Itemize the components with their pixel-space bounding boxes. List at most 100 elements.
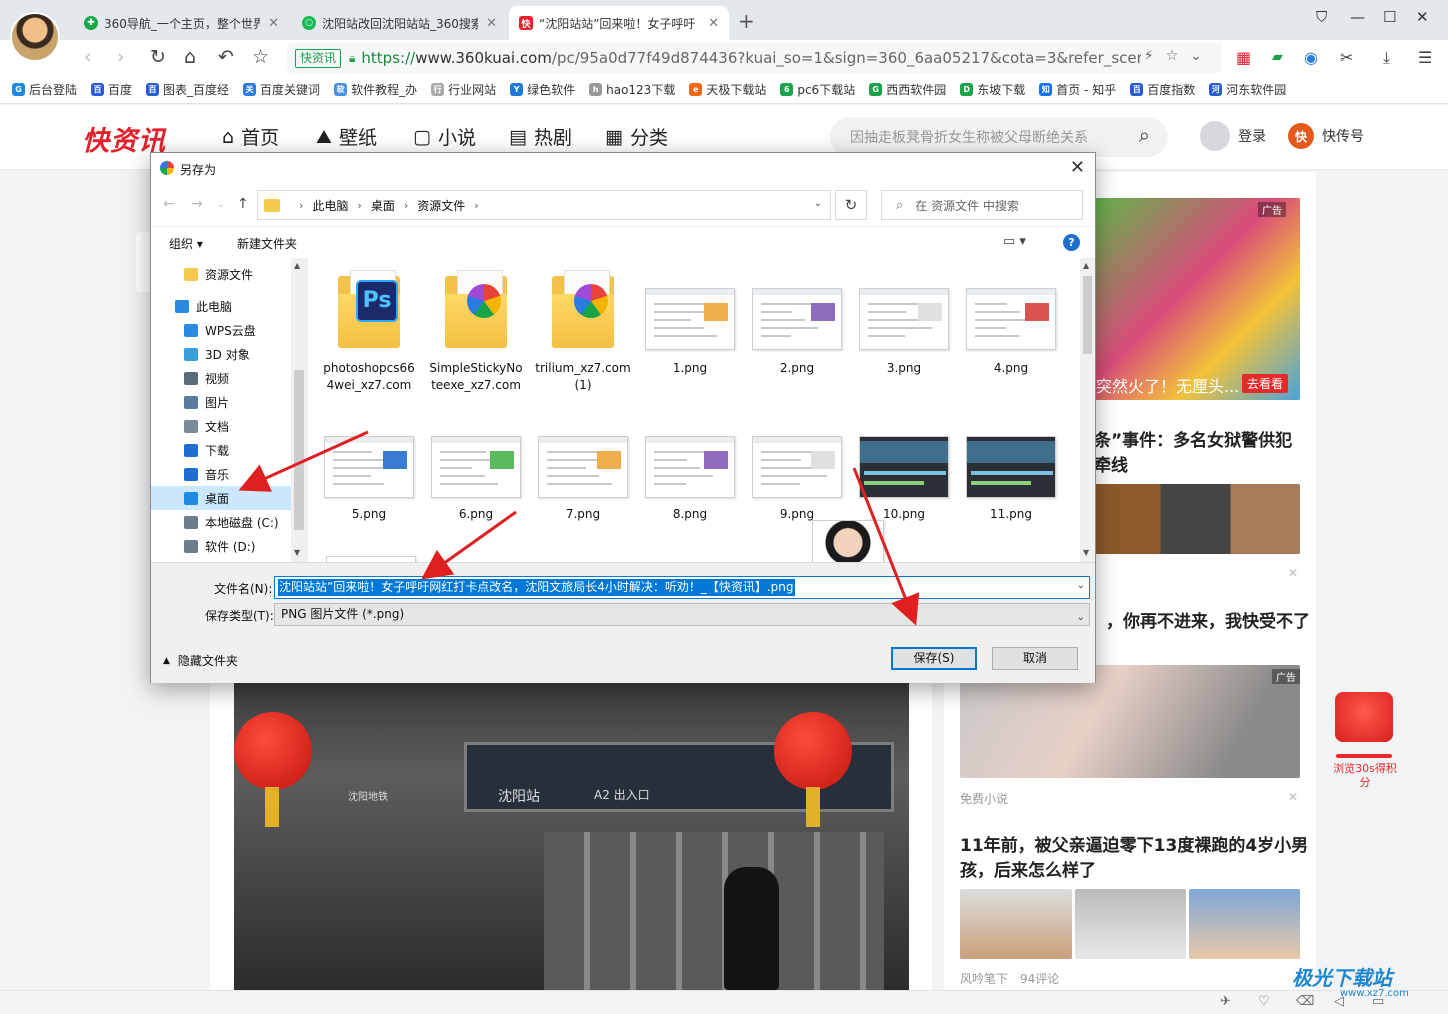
close-icon[interactable]: ✕	[1288, 566, 1298, 580]
menu-category[interactable]: ▦ 分类	[605, 123, 668, 150]
undo-close-icon[interactable]: ↶	[218, 46, 234, 68]
dialog-back-icon[interactable]: ←	[163, 196, 175, 212]
breadcrumb-item[interactable]: 桌面	[371, 197, 395, 214]
tree-item[interactable]: 图片	[151, 390, 291, 414]
scroll-down-icon[interactable]: ▼	[294, 548, 300, 557]
bookmark-item[interactable]: 关百度关键词	[243, 81, 320, 98]
home-icon[interactable]: ⌂	[184, 46, 196, 68]
bookmark-item[interactable]: 百图表_百度经	[146, 81, 229, 98]
scissors-icon[interactable]: ✂	[1340, 48, 1353, 67]
filename-input[interactable]: 沈阳站站”回来啦！女子呼吁网红打卡点改名，沈阳文旅局长4小时解决：听劝！_【快资…	[274, 576, 1090, 599]
file-item[interactable]: Ps photoshopcs66 4wei_xz7.com	[316, 268, 422, 408]
user-avatar[interactable]	[10, 12, 60, 62]
bookmark-item[interactable]: 行行业网站	[431, 81, 496, 98]
file-item[interactable]: 7.png	[530, 422, 636, 562]
bookmark-item[interactable]: 百百度	[91, 81, 132, 98]
favorite-star-icon[interactable]: ☆	[252, 46, 269, 68]
bookmark-item[interactable]: 知首页 - 知乎	[1039, 81, 1116, 98]
scroll-up-icon[interactable]: ▲	[294, 261, 300, 270]
tree-item[interactable]: 文档	[151, 414, 291, 438]
menu-home[interactable]: ⌂ 首页	[222, 123, 279, 150]
menu-icon[interactable]: ☰	[1418, 48, 1432, 67]
globe-icon[interactable]: ◉	[1304, 48, 1318, 67]
scrollbar-thumb[interactable]	[1083, 276, 1092, 354]
news-image[interactable]	[1189, 889, 1300, 959]
login-button[interactable]: 登录	[1200, 121, 1266, 151]
tree-item[interactable]: 视频	[151, 366, 291, 390]
news-title[interactable]: 牵线	[1094, 454, 1128, 479]
save-button[interactable]: 保存(S)	[891, 647, 977, 670]
tab-360-search[interactable]: ○ 沈阳站改回沈阳站站_360搜索 ✕	[292, 6, 507, 40]
bookmark-item[interactable]: G 后台登陆	[12, 81, 77, 98]
tree-item[interactable]: WPS云盘	[151, 318, 291, 342]
menu-drama[interactable]: ▤ 热剧	[509, 123, 572, 150]
bookmark-item[interactable]: 百百度指数	[1130, 81, 1195, 98]
reload-icon[interactable]: ↻	[150, 46, 166, 68]
forward-icon[interactable]: ›	[117, 46, 125, 68]
recent-dropdown-icon[interactable]: ⌄	[217, 200, 225, 210]
red-packet-icon[interactable]	[1335, 692, 1393, 742]
file-item[interactable]: trilium_xz7.com (1)	[530, 268, 636, 408]
bookmark-item[interactable]: e 天极下载站	[689, 81, 766, 98]
bookmark-item[interactable]: 6 pc6下载站	[780, 81, 855, 98]
news-title[interactable]: 条”事件：多名女狱警供犯	[1094, 429, 1292, 454]
shirt-skin-icon[interactable]: ⛉	[1316, 8, 1327, 26]
close-icon[interactable]: ✕	[1288, 790, 1298, 804]
menu-novel[interactable]: ▢ 小说	[413, 123, 476, 150]
tree-item[interactable]: 3D 对象	[151, 342, 291, 366]
dialog-up-icon[interactable]: ↑	[237, 196, 249, 212]
help-icon[interactable]: ?	[1063, 234, 1080, 251]
news-title[interactable]: 11年前，被父亲逼迫零下13度裸跑的4岁小男	[960, 834, 1308, 859]
maximize-icon[interactable]: ☐	[1383, 8, 1396, 26]
minimize-icon[interactable]: —	[1350, 8, 1365, 26]
chevron-down-icon[interactable]: ⌄	[814, 198, 822, 209]
chat-icon[interactable]: ▰	[1272, 49, 1283, 65]
file-item[interactable]: SimpleStickyNo teexe_xz7.com	[423, 268, 529, 408]
file-item[interactable]: 4.png	[958, 268, 1064, 408]
tree-item[interactable]: 音乐	[151, 462, 291, 486]
bookmark-item[interactable]: 河河东软件园	[1209, 81, 1286, 98]
dialog-forward-icon[interactable]: →	[191, 196, 203, 212]
file-item[interactable]: 6.png	[423, 422, 529, 562]
apps-grid-icon[interactable]: ▦	[1236, 48, 1251, 67]
file-item[interactable]: 1.png	[637, 268, 743, 408]
bookmark-item[interactable]: 软软件教程_办	[334, 81, 417, 98]
scroll-down-icon[interactable]: ▼	[1083, 548, 1089, 557]
filename-value[interactable]: 沈阳站站”回来啦！女子呼吁网红打卡点改名，沈阳文旅局长4小时解决：听劝！_【快资…	[278, 579, 795, 596]
scroll-up-icon[interactable]: ▲	[1083, 261, 1089, 270]
tree-scrollbar[interactable]: ▲ ▼	[291, 258, 307, 562]
sidebar-ad-image[interactable]	[1090, 198, 1300, 400]
rocket-icon[interactable]: ✈	[1220, 994, 1231, 1009]
tab-360-nav[interactable]: ✚ 360导航_一个主页，整个世界 ✕	[74, 6, 289, 40]
file-item[interactable]: 5.png	[316, 422, 422, 562]
tree-item[interactable]: 软件 (D:)	[151, 534, 291, 558]
address-actions-icon[interactable]: ⚡☆⌄	[1144, 48, 1214, 64]
bookmark-item[interactable]: G 西西软件园	[869, 81, 946, 98]
file-item[interactable]: 3.png	[851, 268, 957, 408]
hide-folders-toggle[interactable]: ▲ 隐藏文件夹	[163, 652, 238, 669]
breadcrumb[interactable]: › 此电脑 › 桌面 › 资源文件 › ⌄	[257, 190, 831, 220]
filetype-select[interactable]: PNG 图片文件 (*.png) ⌄	[274, 603, 1090, 626]
back-icon[interactable]: ‹	[84, 46, 92, 68]
tab-close-icon[interactable]: ✕	[486, 16, 497, 31]
breadcrumb-item[interactable]: 资源文件	[417, 197, 465, 214]
tree-item[interactable]: 资源文件	[151, 262, 291, 286]
tree-item[interactable]: 下载	[151, 438, 291, 462]
bookmark-item[interactable]: h hao123下载	[589, 81, 675, 98]
dialog-refresh-button[interactable]: ↻	[835, 190, 867, 220]
search-icon[interactable]: ⌕	[1139, 123, 1150, 147]
news-image[interactable]	[1095, 484, 1300, 554]
file-item[interactable]: 11.png	[958, 422, 1064, 562]
file-item[interactable]: 8.png	[637, 422, 743, 562]
breadcrumb-item[interactable]: 此电脑	[312, 197, 348, 214]
scrollbar-thumb[interactable]	[294, 370, 304, 530]
address-bar[interactable]: 快资讯 🔒︎ https://www.360kuai.com/pc/95a0d7…	[287, 43, 1222, 73]
site-search-input[interactable]: 因抽走板凳骨折女生称被父母断绝关系 ⌕	[830, 117, 1168, 157]
view-options-icon[interactable]: ▭ ▾	[1003, 234, 1026, 249]
url-text[interactable]: https://www.360kuai.com/pc/95a0d77f49d87…	[361, 49, 1141, 67]
tree-item[interactable]: 本地磁盘 (C:)	[151, 510, 291, 534]
trash-icon[interactable]: ⌫	[1296, 994, 1314, 1009]
tree-item[interactable]: 此电脑	[151, 294, 291, 318]
close-window-icon[interactable]: ✕	[1416, 8, 1429, 26]
news-image[interactable]	[960, 889, 1072, 959]
